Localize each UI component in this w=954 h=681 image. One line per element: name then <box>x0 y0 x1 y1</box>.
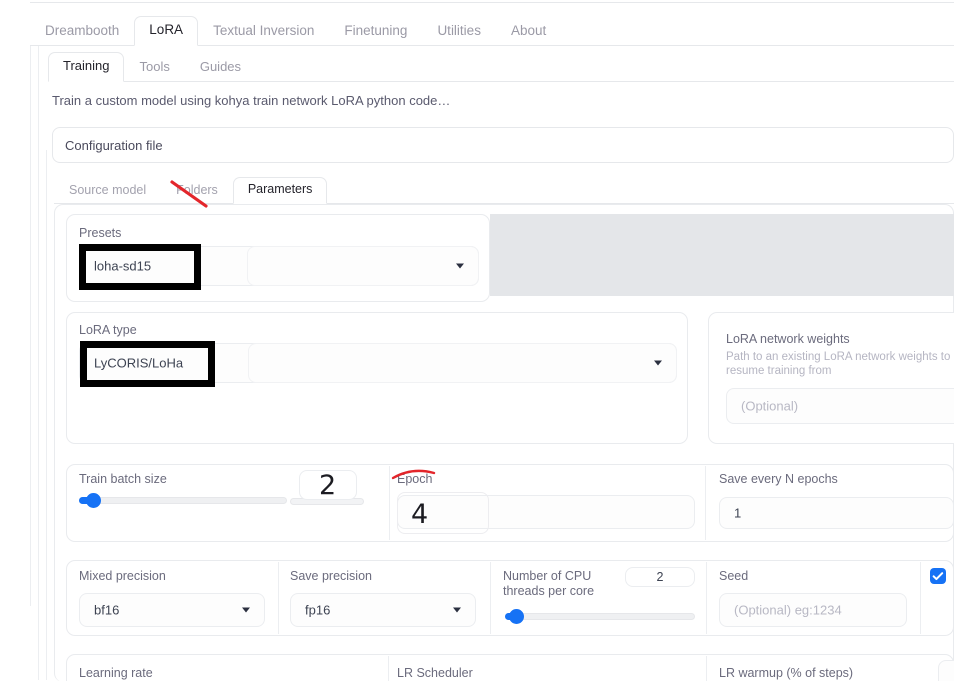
main-tab-bar[interactable]: Dreambooth LoRA Textual Inversion Finetu… <box>30 16 954 46</box>
mixed-precision-dropdown[interactable]: bf16 <box>79 593 265 627</box>
lr-scheduler-label: LR Scheduler <box>397 666 473 680</box>
save-every-n-epochs-value: 1 <box>734 505 742 521</box>
main-tab-about[interactable]: About <box>496 17 561 46</box>
epoch-value: 4 <box>411 499 429 530</box>
seed-input[interactable]: (Optional) eg:1234 <box>719 593 907 627</box>
check-icon <box>932 572 944 581</box>
container-edge-outer <box>30 46 31 606</box>
lora-network-weights-placeholder: (Optional) <box>741 398 799 414</box>
main-tab-textual-inversion[interactable]: Textual Inversion <box>198 17 329 46</box>
lr-warmup-label: LR warmup (% of steps) <box>719 666 854 680</box>
main-tab-finetuning[interactable]: Finetuning <box>329 17 422 46</box>
sub-tab-parameters[interactable]: Parameters <box>232 177 328 204</box>
cache-latents-checkbox[interactable] <box>930 568 946 584</box>
main-tab-dreambooth[interactable]: Dreambooth <box>30 17 134 46</box>
row-divider-2 <box>705 466 706 540</box>
row2-divider-2 <box>490 562 491 634</box>
seed-label: Seed <box>719 569 749 583</box>
seed-placeholder: (Optional) eg:1234 <box>734 602 842 618</box>
inner-tab-underline <box>48 81 954 82</box>
cpu-threads-slider-track[interactable] <box>505 613 695 620</box>
configuration-file-label: Configuration file <box>65 138 163 153</box>
chevron-down-icon <box>242 607 250 613</box>
training-description: Train a custom model using kohya train n… <box>52 93 451 108</box>
inner-tab-guides[interactable]: Guides <box>185 53 256 82</box>
main-tab-utilities[interactable]: Utilities <box>422 17 496 46</box>
inner-tab-tools[interactable]: Tools <box>124 53 184 82</box>
lora-type-dropdown-ghost <box>248 343 677 383</box>
save-every-n-epochs-input[interactable]: 1 <box>719 497 954 529</box>
presets-dropdown-ghost <box>247 246 479 286</box>
mixed-precision-value: bf16 <box>94 602 120 618</box>
lora-network-weights-label: LoRA network weights <box>726 332 850 346</box>
app-root: Dreambooth LoRA Textual Inversion Finetu… <box>0 0 954 681</box>
learning-rate-label: Learning rate <box>79 666 153 680</box>
train-batch-size-slider-track[interactable] <box>79 497 287 504</box>
main-tab-lora[interactable]: LoRA <box>134 16 199 46</box>
cpu-threads-value: 2 <box>656 570 664 584</box>
row2-divider-3 <box>706 562 707 634</box>
annotation-strike-folders <box>170 180 208 208</box>
cpu-threads-number-box[interactable]: 2 <box>625 567 695 587</box>
inner-tab-bar[interactable]: Training Tools Guides <box>48 52 256 82</box>
lora-network-weights-info: Path to an existing LoRA network weights… <box>726 351 951 377</box>
annotation-arc-epoch <box>391 469 436 480</box>
container-edge-inner <box>46 150 47 680</box>
chevron-down-icon <box>453 607 461 613</box>
row3-divider-2 <box>706 656 707 681</box>
save-precision-dropdown[interactable]: fp16 <box>290 593 476 627</box>
row2-divider-4 <box>920 562 921 634</box>
train-batch-size-value: 2 <box>319 470 337 501</box>
lr-warmup-input[interactable] <box>938 660 954 681</box>
mixed-precision-label: Mixed precision <box>79 569 166 583</box>
annotation-box-presets <box>79 244 201 290</box>
row3-divider-1 <box>388 656 389 681</box>
lora-network-weights-input[interactable]: (Optional) <box>726 388 954 424</box>
cpu-threads-label: Number of CPU threads per core <box>503 569 595 598</box>
top-divider <box>30 2 954 3</box>
save-precision-value: fp16 <box>305 602 331 618</box>
save-every-n-epochs-label: Save every N epochs <box>719 472 838 486</box>
inner-tab-training[interactable]: Training <box>48 52 125 82</box>
presets-label: Presets <box>79 226 122 240</box>
row2-divider-1 <box>278 562 279 634</box>
container-edge-mid <box>38 46 39 680</box>
save-precision-label: Save precision <box>290 569 372 583</box>
presets-collapsed-region <box>490 214 954 296</box>
sub-tab-source-model[interactable]: Source model <box>54 178 161 204</box>
cpu-threads-slider-thumb[interactable] <box>509 609 524 624</box>
train-batch-size-label: Train batch size <box>79 472 167 486</box>
configuration-file-accordion[interactable]: Configuration file <box>52 127 954 163</box>
train-batch-size-slider-thumb[interactable] <box>86 493 101 508</box>
annotation-box-lora-type <box>80 341 215 387</box>
lora-type-label: LoRA type <box>79 323 137 337</box>
